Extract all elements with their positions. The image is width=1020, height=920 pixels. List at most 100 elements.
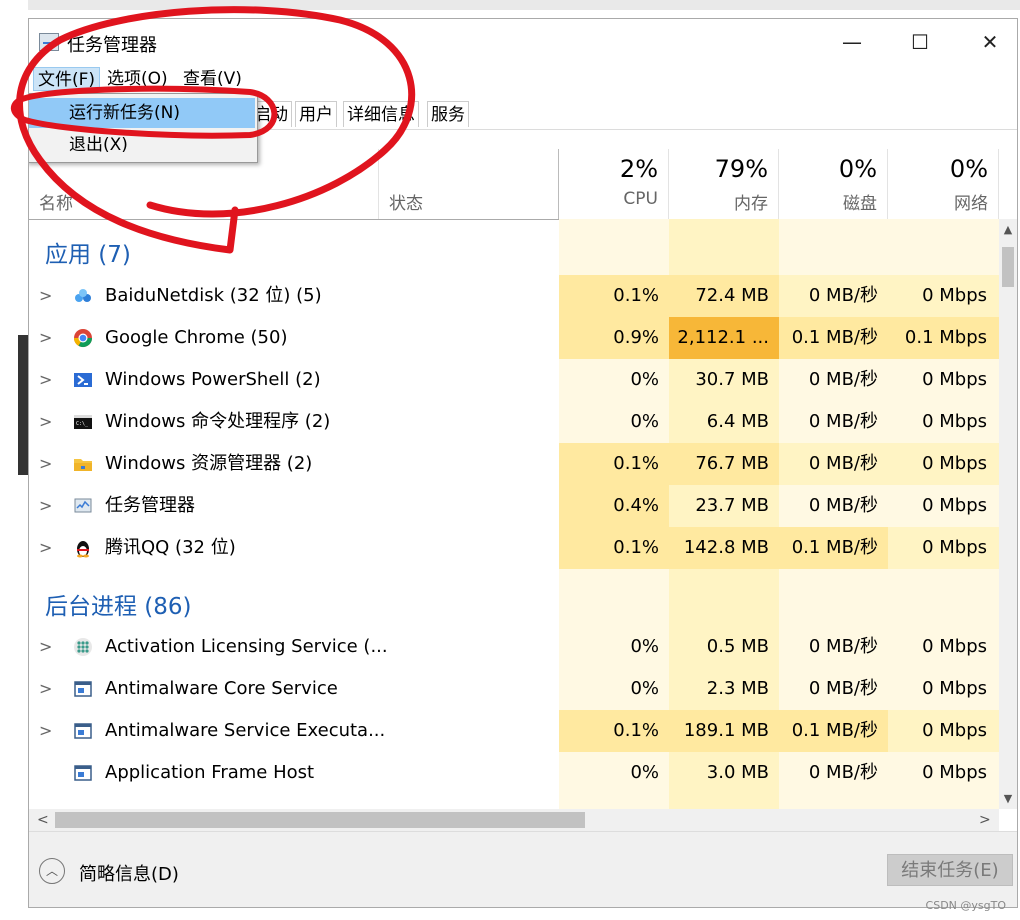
column-header-disk[interactable]: 0% 磁盘 <box>779 149 888 219</box>
expand-chevron-icon[interactable]: > <box>39 443 52 485</box>
background-app-edge <box>0 0 28 920</box>
disk-label: 磁盘 <box>843 194 877 214</box>
table-row[interactable]: > Google Chrome (50) 0.9% 2,112.1 ... 0.… <box>29 317 999 359</box>
expand-chevron-icon[interactable]: > <box>39 485 52 527</box>
network-value: 0 Mbps <box>888 710 999 752</box>
cpu-percent: 2% <box>619 155 658 183</box>
memory-value: 2,112.1 ... <box>669 317 779 359</box>
scroll-right-arrow-icon[interactable]: > <box>979 809 991 831</box>
table-row[interactable]: > Windows 资源管理器 (2) 0.1% 76.7 MB 0 MB/秒 … <box>29 443 999 485</box>
menu-item-exit[interactable]: 退出(X) <box>29 130 255 160</box>
process-name: BaiduNetdisk (32 位) (5) <box>105 285 322 306</box>
column-name-label: 名称 <box>39 194 73 214</box>
column-header-cpu[interactable]: 2% CPU <box>559 149 669 219</box>
network-value: 0 Mbps <box>922 495 987 516</box>
expand-chevron-icon[interactable]: > <box>39 527 52 569</box>
maximize-button[interactable]: ☐ <box>897 25 943 59</box>
disk-value: 0 MB/秒 <box>808 411 878 432</box>
service-window-icon <box>74 723 92 739</box>
cpu-value: 0% <box>630 762 659 783</box>
vertical-scrollbar[interactable]: ▲ ▼ <box>999 219 1017 809</box>
tab-services[interactable]: 服务 <box>427 101 469 127</box>
table-row[interactable]: > C:\_ Windows 命令处理程序 (2) 0% 6.4 MB 0 MB… <box>29 401 999 443</box>
table-row[interactable]: > Windows PowerShell (2) 0% 30.7 MB 0 MB… <box>29 359 999 401</box>
footer-bar: ︿ 简略信息(D) 结束任务(E) <box>29 831 1017 907</box>
menu-bar: 文件(F) 选项(O) 查看(V) <box>29 65 1017 93</box>
network-value: 0 Mbps <box>888 527 999 569</box>
menu-view[interactable]: 查看(V) <box>179 67 246 91</box>
network-label: 网络 <box>954 194 988 214</box>
expand-chevron-icon[interactable]: > <box>39 317 52 359</box>
baidu-netdisk-icon <box>75 289 91 302</box>
process-name: 任务管理器 <box>105 495 195 516</box>
file-menu-dropdown: 运行新任务(N) 退出(X) <box>29 93 258 163</box>
menu-item-run-new-task[interactable]: 运行新任务(N) <box>29 98 255 128</box>
scroll-up-arrow-icon[interactable]: ▲ <box>999 223 1017 236</box>
background-app-strip <box>0 0 1020 10</box>
cpu-value: 0.9% <box>559 317 669 359</box>
table-row[interactable]: > Activation Licensing Service (... 0% 0… <box>29 626 999 668</box>
qq-penguin-icon <box>77 541 89 558</box>
close-button[interactable]: ✕ <box>967 25 1013 59</box>
memory-label: 内存 <box>734 194 768 214</box>
expand-chevron-icon[interactable]: > <box>39 710 52 752</box>
service-window-icon <box>74 765 92 781</box>
menu-options[interactable]: 选项(O) <box>103 67 172 91</box>
process-name: Windows PowerShell (2) <box>105 369 321 390</box>
column-header-status[interactable]: 状态 <box>379 149 559 219</box>
cpu-value: 0% <box>630 678 659 699</box>
memory-value: 189.1 MB <box>669 710 779 752</box>
expand-chevron-icon[interactable]: > <box>39 401 52 443</box>
table-row[interactable]: Application Frame Host 0% 3.0 MB 0 MB/秒 … <box>29 752 999 794</box>
expand-chevron-icon[interactable]: > <box>39 668 52 710</box>
memory-value: 2.3 MB <box>706 678 769 699</box>
chevron-up-circle-icon[interactable]: ︿ <box>39 858 65 884</box>
group-title-apps: 应用 (7) <box>45 242 131 268</box>
table-row[interactable]: > BaiduNetdisk (32 位) (5) 0.1% 72.4 MB 0… <box>29 275 999 317</box>
process-name: Application Frame Host <box>105 762 315 783</box>
disk-value: 0 MB/秒 <box>779 443 888 485</box>
network-value: 0 Mbps <box>888 443 999 485</box>
memory-value: 23.7 MB <box>695 495 769 516</box>
process-list: 应用 (7) > BaiduNetdisk (32 位) (5) 0.1% 72… <box>29 219 999 809</box>
expand-chevron-icon[interactable]: > <box>39 626 52 668</box>
tab-details[interactable]: 详细信息 <box>343 101 419 127</box>
cpu-value: 0.1% <box>559 443 669 485</box>
title-bar[interactable]: 任务管理器 — ☐ ✕ <box>29 19 1017 65</box>
table-row[interactable]: > Antimalware Core Service 0% 2.3 MB 0 M… <box>29 668 999 710</box>
minimize-button[interactable]: — <box>829 25 875 59</box>
memory-value: 0.5 MB <box>706 636 769 657</box>
task-manager-window: 任务管理器 — ☐ ✕ 文件(F) 选项(O) 查看(V) 启动 用户 详细信息… <box>28 18 1018 908</box>
horizontal-scrollbar[interactable]: < > <box>29 809 999 831</box>
expand-chevron-icon[interactable]: > <box>39 359 52 401</box>
scroll-left-arrow-icon[interactable]: < <box>37 809 49 831</box>
column-header-memory[interactable]: 79% 内存 <box>669 149 779 219</box>
table-row[interactable]: > 任务管理器 0.4% 23.7 MB 0 MB/秒 0 Mbps <box>29 485 999 527</box>
memory-value: 142.8 MB <box>669 527 779 569</box>
cpu-label: CPU <box>623 189 658 209</box>
cpu-value: 0.4% <box>559 485 669 527</box>
disk-value: 0 MB/秒 <box>808 762 878 783</box>
network-value: 0 Mbps <box>922 369 987 390</box>
end-task-button[interactable]: 结束任务(E) <box>887 854 1013 886</box>
fewer-details-link[interactable]: 简略信息(D) <box>79 860 179 886</box>
table-row[interactable]: > Antimalware Service Executa... 0.1% 18… <box>29 710 999 752</box>
svg-text:C:\_: C:\_ <box>76 421 89 427</box>
scroll-down-arrow-icon[interactable]: ▼ <box>999 792 1017 805</box>
table-row[interactable]: > 腾讯QQ (32 位) 0.1% 142.8 MB 0.1 MB/秒 0 M… <box>29 527 999 569</box>
column-status-label: 状态 <box>389 194 423 214</box>
background-dark-block <box>18 335 28 475</box>
cpu-value: 0% <box>630 636 659 657</box>
horizontal-scroll-thumb[interactable] <box>55 812 585 828</box>
network-value: 0.1 Mbps <box>888 317 999 359</box>
memory-value: 30.7 MB <box>695 369 769 390</box>
tab-users[interactable]: 用户 <box>295 101 337 127</box>
cpu-value: 0.1% <box>559 710 669 752</box>
window-title: 任务管理器 <box>67 35 157 56</box>
network-value: 0 Mbps <box>888 275 999 317</box>
menu-file[interactable]: 文件(F) <box>33 67 101 91</box>
expand-chevron-icon[interactable]: > <box>39 275 52 317</box>
column-header-network[interactable]: 0% 网络 <box>888 149 999 219</box>
vertical-scroll-thumb[interactable] <box>1002 247 1014 287</box>
process-name: Activation Licensing Service (... <box>105 636 388 657</box>
